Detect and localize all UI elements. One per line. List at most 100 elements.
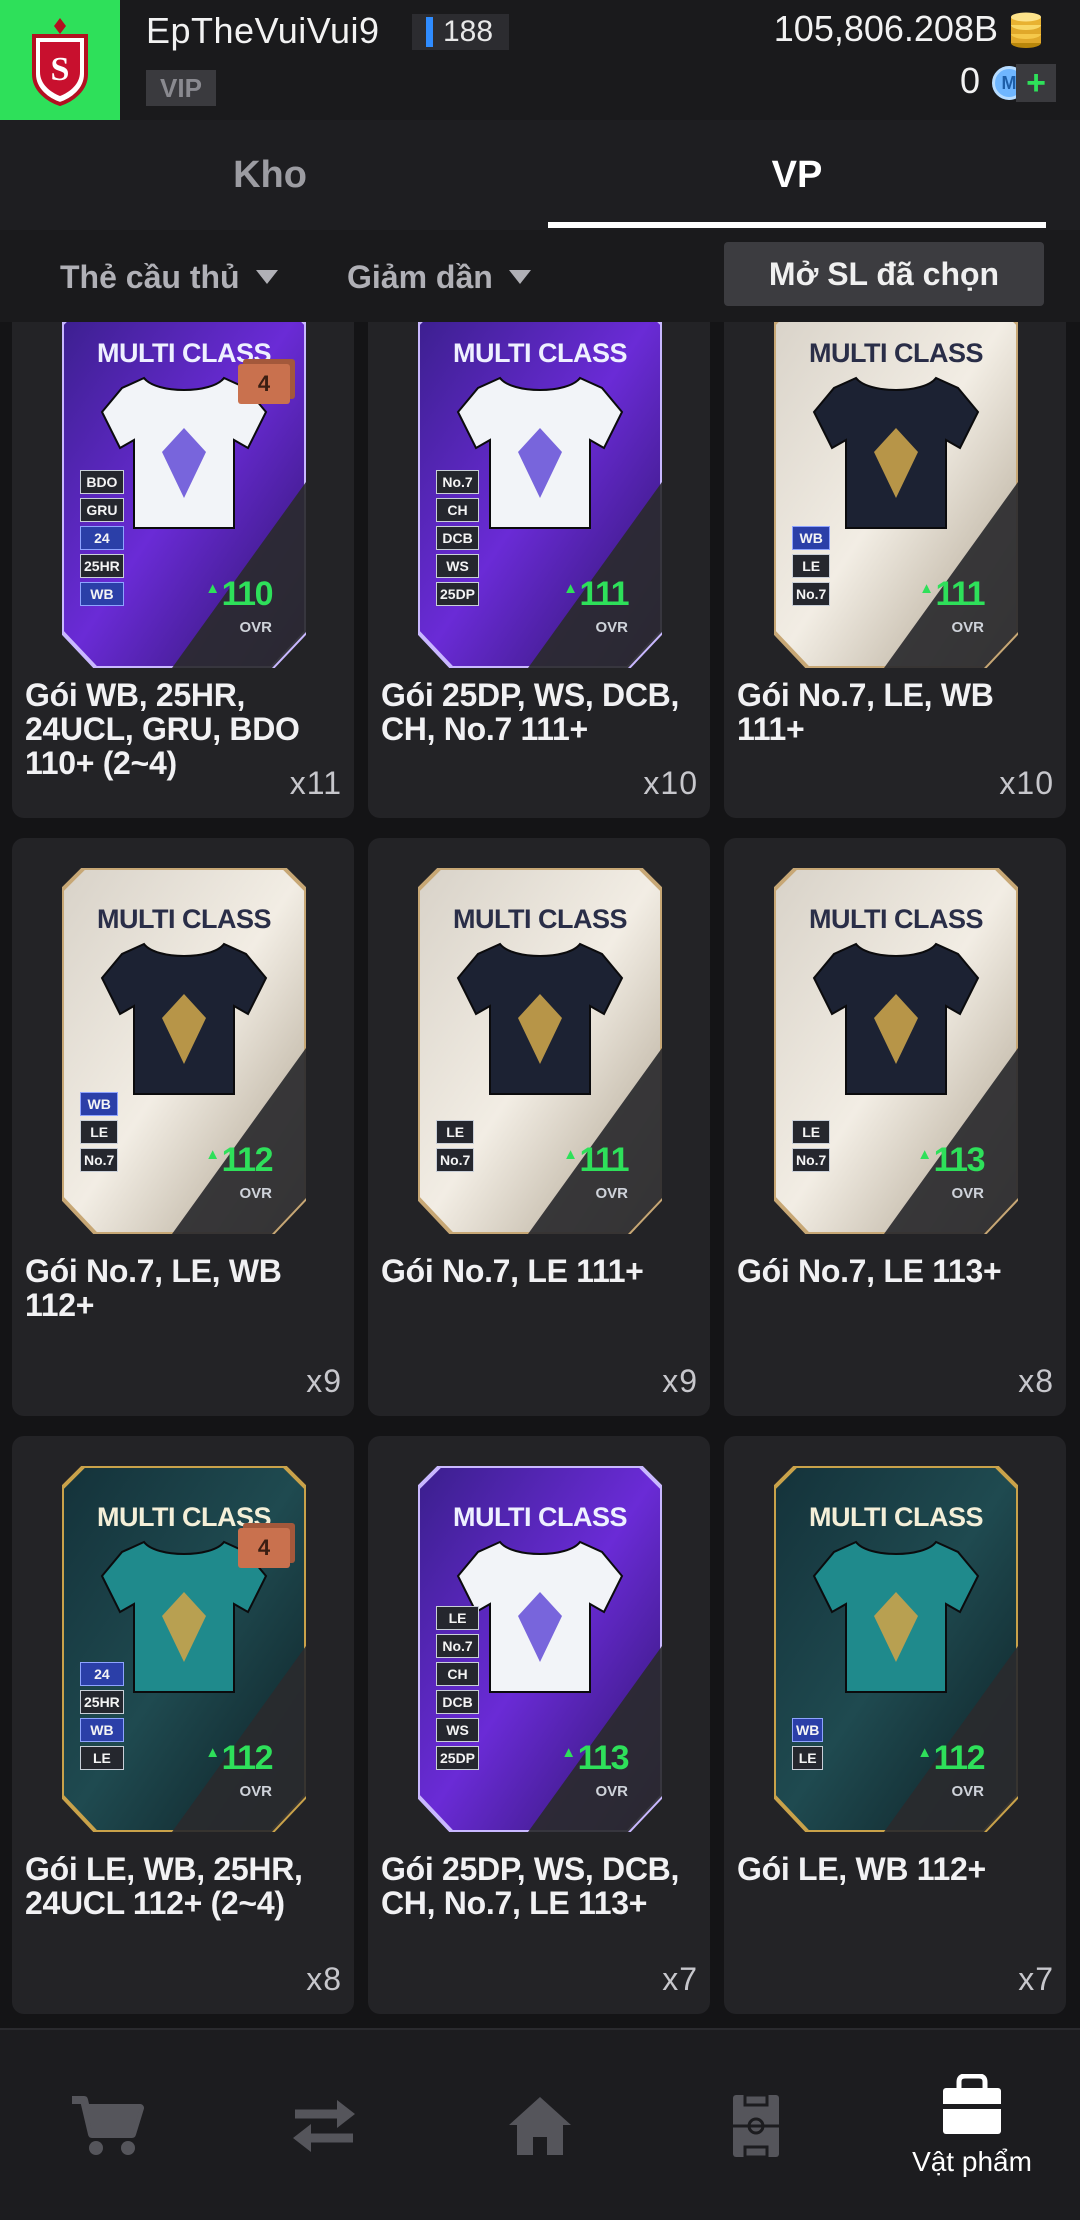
tab-bar: Kho VP — [0, 120, 1080, 230]
position-tag: 24 — [80, 1662, 124, 1686]
position-tag: CH — [436, 1662, 480, 1686]
position-tags: BDO GRU 24 25HR WB — [80, 470, 124, 606]
item-count: x9 — [306, 1363, 342, 1399]
position-tag: No.7 — [792, 1148, 831, 1172]
vip-badge[interactable]: VIP — [146, 70, 216, 106]
open-selected-button[interactable]: Mở SL đã chọn — [724, 242, 1044, 306]
position-tag: No.7 — [436, 1148, 475, 1172]
ovr-label: OVR — [595, 1783, 628, 1800]
card-frame — [774, 322, 1018, 668]
item-count: x8 — [306, 1961, 342, 1997]
nav-shop[interactable] — [0, 2030, 216, 2220]
item-tile[interactable]: MULTI CLASS4BDOGRU2425HRWB110OVRGói WB, … — [12, 322, 354, 818]
item-tile[interactable]: MULTI CLASS WB LE No.7 111 OVR Gói No.7, LE, W… — [724, 322, 1066, 818]
position-tag: GRU — [80, 498, 124, 522]
item-title: Gói No.7, LE 111+ — [381, 1253, 644, 1289]
item-count: x7 — [662, 1961, 698, 1997]
sort-order-dropdown[interactable]: Giảm dần — [347, 252, 531, 302]
position-tag: 25HR — [80, 554, 124, 578]
nav-squad[interactable] — [648, 2030, 864, 2220]
position-tag: LE — [792, 554, 831, 578]
type-filter-dropdown[interactable]: Thẻ cầu thủ — [60, 252, 278, 302]
app-root: S EpTheVuiVui9 188 VIP 105,806.208B 0 M … — [0, 0, 1080, 2220]
card-class-label: MULTI CLASS — [809, 1502, 983, 1532]
item-count: x9 — [662, 1363, 698, 1399]
ovr-label: OVR — [239, 619, 272, 636]
card-class-label: MULTI CLASS — [809, 338, 983, 368]
item-tile[interactable]: MULTI CLASS WB LE 112 OVR Gói LE, WB 112+ x7 — [724, 1436, 1066, 2014]
bag-icon — [943, 2074, 1001, 2134]
position-tag: DCB — [436, 1690, 480, 1714]
ovr-value: 111 — [563, 575, 630, 614]
position-tag: LE — [792, 1746, 824, 1770]
tab-vp[interactable]: VP — [548, 120, 1046, 230]
item-tile[interactable]: MULTI CLASS LE No.7 111 OVR Gói No.7, LE 111+… — [368, 838, 710, 1416]
level-badge: 188 — [412, 14, 510, 50]
pitch-icon — [733, 2093, 779, 2159]
nav-home[interactable] — [432, 2030, 648, 2220]
position-tags: WB LE — [792, 1718, 824, 1770]
position-tag: No.7 — [436, 1634, 480, 1658]
position-tag: DCB — [436, 526, 480, 550]
item-title: Gói 25DP, WS, DCB, CH, No.7 111+ — [381, 677, 680, 747]
item-tile[interactable]: MULTI CLASS42425HRWBLE112OVRGói LE, WB, … — [12, 1436, 354, 2014]
pack-card-image: MULTI CLASS No.7 CH DCB WS 25DP 111 OVR — [418, 322, 662, 668]
ovr-value: 111 — [563, 1141, 630, 1180]
position-tag: LE — [436, 1606, 480, 1630]
add-mcoin-button[interactable]: + — [1016, 64, 1056, 102]
position-tags: WB LE No.7 — [80, 1092, 119, 1172]
nav-transfer[interactable] — [216, 2030, 432, 2220]
active-tab-indicator — [548, 222, 1046, 228]
tab-kho[interactable]: Kho — [0, 120, 540, 230]
ovr-value: 110 — [205, 575, 274, 614]
position-tags: LE No.7 CH DCB WS 25DP — [436, 1606, 480, 1770]
coin-balance: 105,806.208B — [773, 8, 998, 49]
nav-items[interactable]: Vật phẩm — [864, 2030, 1080, 2220]
item-title: Gói LE, WB 112+ — [737, 1851, 986, 1887]
ovr-value: 113 — [917, 1141, 986, 1180]
mcoin-balance: 0 — [959, 60, 980, 101]
position-tag: 25HR — [80, 1690, 124, 1714]
item-tile[interactable]: MULTI CLASS LE No.7 CH DCB WS 25DP 113 OVR Gói 25… — [368, 1436, 710, 2014]
position-tags: No.7 CH DCB WS 25DP — [436, 470, 480, 606]
club-crest-icon[interactable]: S — [0, 0, 120, 120]
item-grid: MULTI CLASS4BDOGRU2425HRWB110OVRGói WB, … — [0, 322, 1080, 2028]
pack-card-image: MULTI CLASS WB LE 112 OVR — [774, 1466, 1018, 1832]
card-quantity-badge: 4 — [238, 364, 290, 404]
ovr-label: OVR — [951, 1185, 984, 1202]
bottom-nav: Vật phẩm — [0, 2028, 1080, 2220]
position-tag: WB — [80, 582, 124, 606]
item-tile[interactable]: MULTI CLASS LE No.7 113 OVR Gói No.7, LE 113+… — [724, 838, 1066, 1416]
ovr-value: 111 — [919, 575, 986, 614]
username: EpTheVuiVui9 — [146, 10, 380, 51]
ovr-label: OVR — [595, 1185, 628, 1202]
position-tag: WB — [792, 526, 831, 550]
item-tile[interactable]: MULTI CLASS No.7 CH DCB WS 25DP 111 OVR Gói 25DP… — [368, 322, 710, 818]
pack-card-image: MULTI CLASS LE No.7 CH DCB WS 25DP 113 OVR — [418, 1466, 662, 1832]
pack-card-image: MULTI CLASS LE No.7 113 OVR — [774, 868, 1018, 1234]
item-title: Gói No.7, LE 113+ — [737, 1253, 1002, 1289]
nav-items-label: Vật phẩm — [912, 2146, 1032, 2177]
position-tags: LE No.7 — [792, 1120, 831, 1172]
ovr-label: OVR — [239, 1783, 272, 1800]
card-class-label: MULTI CLASS — [453, 338, 627, 368]
filter-bar: Thẻ cầu thủ Giảm dần Mở SL đã chọn — [0, 230, 1080, 322]
item-title: Gói LE, WB, 25HR, 24UCL 112+ (2~4) — [25, 1851, 303, 1921]
cart-icon — [72, 2096, 144, 2155]
position-tag: LE — [80, 1746, 124, 1770]
ovr-value: 112 — [205, 1141, 274, 1180]
ovr-label: OVR — [951, 619, 984, 636]
position-tags: 24 25HR WB LE — [80, 1662, 124, 1770]
top-bar: S EpTheVuiVui9 188 VIP 105,806.208B 0 M … — [0, 0, 1080, 120]
position-tag: LE — [792, 1120, 831, 1144]
item-tile[interactable]: MULTI CLASS WB LE No.7 112 OVR Gói No.7, LE, W… — [12, 838, 354, 1416]
position-tags: WB LE No.7 — [792, 526, 831, 606]
item-title: Gói No.7, LE, WB 111+ — [737, 677, 994, 747]
caret-down-icon — [255, 270, 278, 284]
card-class-label: MULTI CLASS — [453, 1502, 627, 1532]
pack-card-image: MULTI CLASS WB LE No.7 111 OVR — [774, 322, 1018, 668]
item-title: Gói 25DP, WS, DCB, CH, No.7, LE 113+ — [381, 1851, 680, 1921]
caret-down-icon — [508, 270, 531, 284]
position-tag: WS — [436, 1718, 480, 1742]
item-count: x11 — [289, 765, 342, 801]
